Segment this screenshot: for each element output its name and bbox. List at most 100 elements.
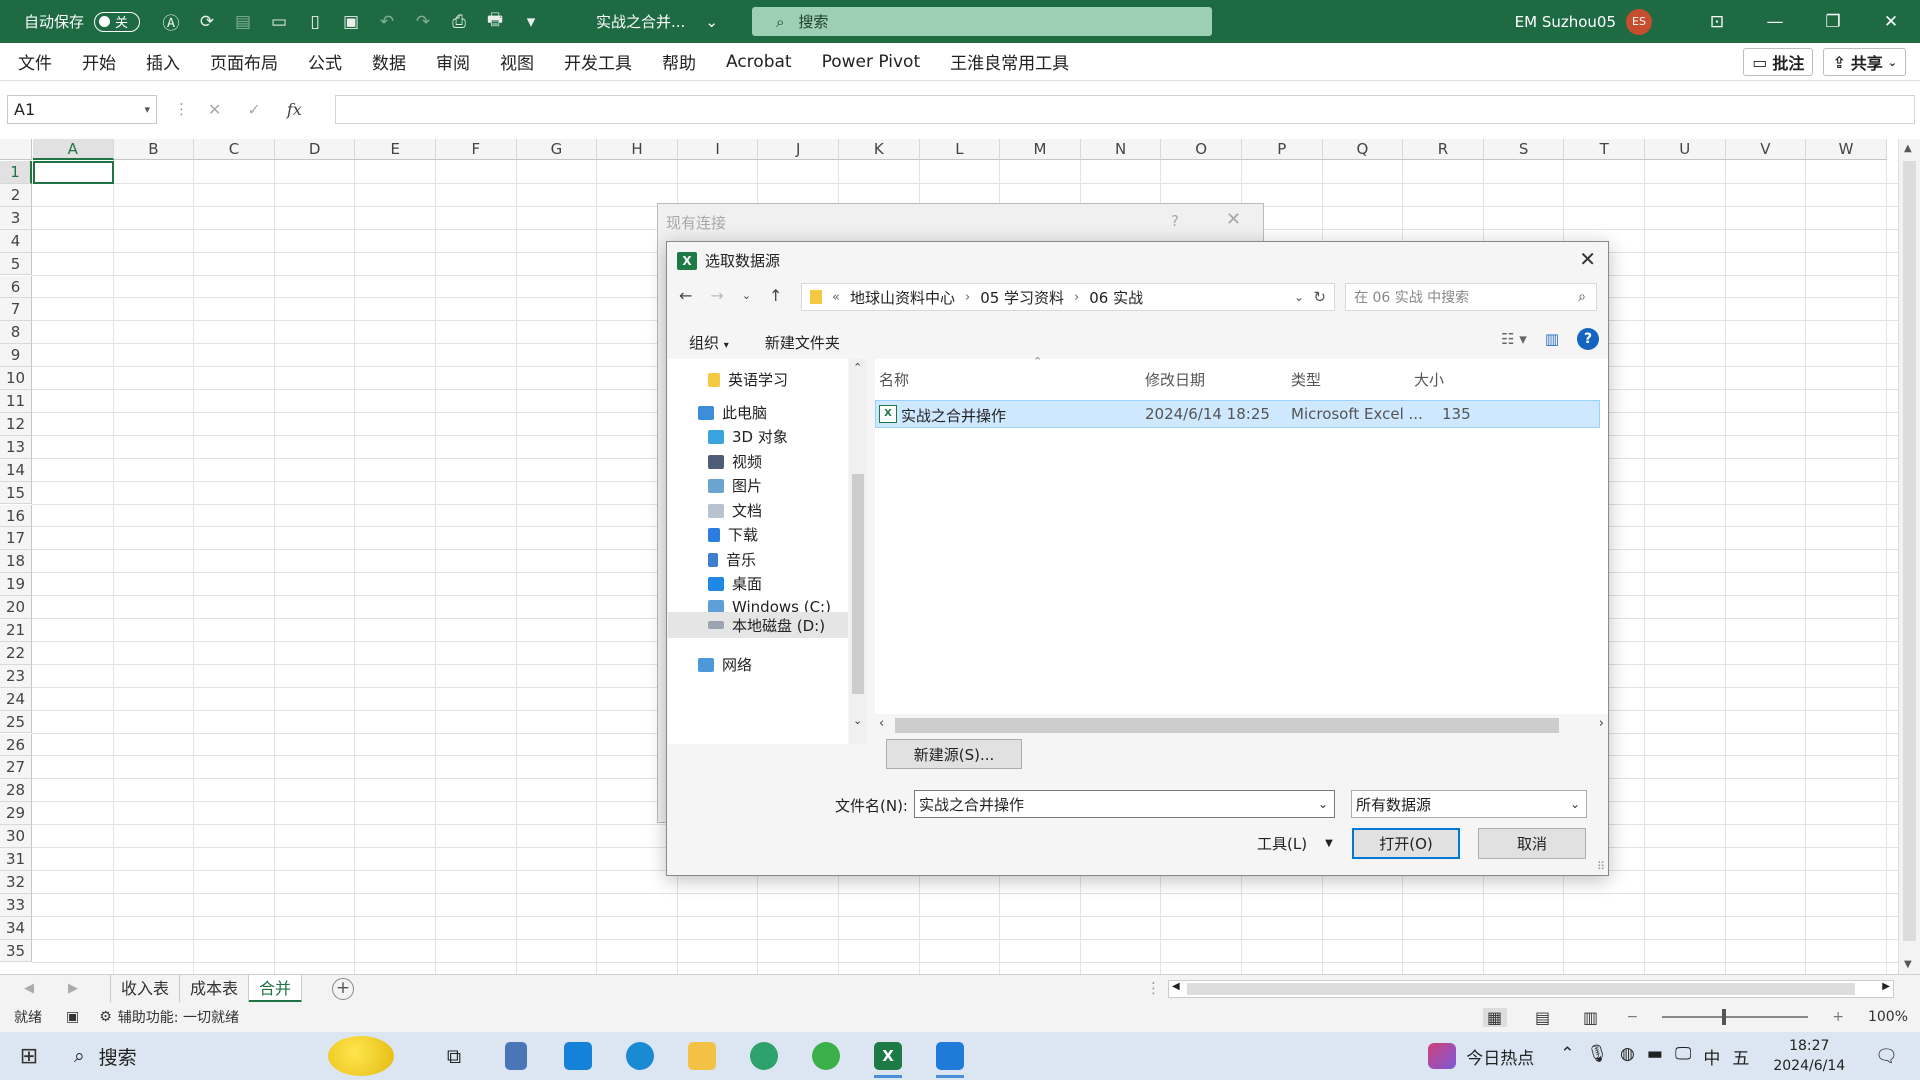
wechat-icon[interactable] bbox=[804, 1034, 848, 1078]
tree-item-english[interactable]: 英语学习 bbox=[708, 369, 788, 390]
resize-grip-icon[interactable]: ⠿ bbox=[1597, 860, 1605, 873]
tab-home[interactable]: 开始 bbox=[67, 49, 131, 74]
save-icon[interactable]: ▣ bbox=[340, 12, 362, 32]
tab-help[interactable]: 帮助 bbox=[647, 49, 711, 74]
column-header[interactable]: Q bbox=[1322, 139, 1404, 160]
document-title[interactable]: 实战之合并... ⌄ bbox=[596, 11, 718, 32]
edge-icon[interactable] bbox=[742, 1034, 786, 1078]
taskbar-search[interactable]: ⌕ 搜索 bbox=[74, 1043, 324, 1070]
accessibility-status[interactable]: ⚙ 辅助功能: 一切就绪 bbox=[99, 1007, 239, 1027]
column-header[interactable]: O bbox=[1161, 139, 1242, 160]
scroll-down-icon[interactable]: ⌄ bbox=[853, 714, 862, 727]
row-header[interactable]: 3 bbox=[0, 206, 32, 230]
column-header-name[interactable]: 名称 bbox=[879, 369, 909, 390]
tree-item-3d[interactable]: 3D 对象 bbox=[708, 426, 788, 447]
print-preview-icon[interactable]: ⎙ bbox=[448, 12, 470, 32]
new-file-icon[interactable]: ▯ bbox=[304, 12, 326, 32]
open-button[interactable]: 打开(O) bbox=[1352, 828, 1460, 859]
scroll-right-icon[interactable]: ▶ bbox=[1882, 981, 1890, 992]
redo-icon[interactable]: ↷ bbox=[412, 12, 434, 32]
scroll-up-icon[interactable]: ⌃ bbox=[853, 361, 862, 374]
tab-insert[interactable]: 插入 bbox=[131, 49, 195, 74]
tree-item-downloads[interactable]: 下载 bbox=[708, 524, 758, 545]
row-header[interactable]: 22 bbox=[0, 641, 32, 665]
breadcrumb-item[interactable]: 05 学习资料 bbox=[980, 287, 1064, 308]
row-header[interactable]: 17 bbox=[0, 527, 32, 551]
row-header[interactable]: 28 bbox=[0, 779, 32, 803]
chevron-left-icon[interactable]: ‹ bbox=[879, 716, 884, 731]
sheet-tab-cost[interactable]: 成本表 bbox=[180, 974, 250, 1003]
add-sheet-icon[interactable]: + bbox=[332, 977, 355, 1000]
row-header[interactable]: 13 bbox=[0, 435, 32, 459]
minimize-icon[interactable]: — bbox=[1746, 12, 1804, 32]
ime-mode[interactable]: 五 bbox=[1732, 1044, 1749, 1069]
battery-icon[interactable]: ▬ bbox=[1647, 1044, 1663, 1069]
tab-data[interactable]: 数据 bbox=[357, 49, 421, 74]
close-icon[interactable]: ✕ bbox=[1579, 247, 1596, 271]
tab-custom-tools[interactable]: 王淮良常用工具 bbox=[935, 49, 1084, 74]
microphone-icon[interactable]: 🎙 bbox=[1586, 1044, 1608, 1069]
column-header[interactable]: J bbox=[758, 139, 839, 160]
file-type-select[interactable]: 所有数据源 ⌄ bbox=[1351, 790, 1587, 818]
avatar[interactable]: ES bbox=[1626, 8, 1652, 35]
search-input[interactable]: ⌕ 搜索 bbox=[752, 7, 1212, 36]
file-row[interactable]: X 实战之合并操作 2024/6/14 18:25 Microsoft Exce… bbox=[875, 400, 1600, 428]
excel-icon[interactable]: X bbox=[866, 1034, 910, 1078]
tab-split-handle[interactable]: ⋮ bbox=[1146, 979, 1161, 997]
horizontal-scrollbar[interactable]: ◀ ▶ bbox=[1168, 980, 1894, 998]
calculator-icon[interactable] bbox=[494, 1034, 538, 1078]
tab-formulas[interactable]: 公式 bbox=[293, 49, 357, 74]
tab-review[interactable]: 审阅 bbox=[421, 49, 485, 74]
macro-record-icon[interactable]: ▣ bbox=[66, 1009, 79, 1025]
select-all-corner[interactable] bbox=[0, 139, 32, 160]
recent-locations-icon[interactable]: ⌄ bbox=[742, 289, 751, 302]
print-icon[interactable]: 🖶 bbox=[484, 7, 506, 36]
column-header[interactable]: V bbox=[1725, 139, 1807, 160]
forward-icon[interactable]: → bbox=[710, 286, 723, 305]
tab-power-pivot[interactable]: Power Pivot bbox=[807, 52, 936, 72]
folder-search-input[interactable]: 在 06 实战 中搜索 ⌕ bbox=[1345, 283, 1597, 311]
row-header[interactable]: 25 bbox=[0, 710, 32, 734]
tab-acrobat[interactable]: Acrobat bbox=[711, 52, 807, 72]
column-header[interactable]: P bbox=[1242, 139, 1323, 160]
normal-view-icon[interactable]: ▦ bbox=[1482, 1007, 1507, 1027]
column-header-type[interactable]: 类型 bbox=[1291, 369, 1321, 390]
column-header[interactable]: S bbox=[1483, 139, 1565, 160]
chevron-down-icon[interactable]: ⌄ bbox=[1294, 290, 1304, 304]
vertical-scrollbar[interactable]: ▲ ▼ bbox=[1898, 139, 1920, 974]
bing-icon[interactable] bbox=[556, 1034, 600, 1078]
new-folder-button[interactable]: 新建文件夹 bbox=[765, 332, 840, 353]
refresh-icon[interactable]: ⟳ bbox=[196, 12, 218, 32]
filename-field[interactable]: 实战之合并操作 ⌄ bbox=[914, 790, 1335, 818]
tree-item-video[interactable]: 视频 bbox=[708, 451, 762, 472]
column-header[interactable]: I bbox=[677, 139, 759, 160]
row-header[interactable]: 24 bbox=[0, 687, 32, 711]
row-header[interactable]: 34 bbox=[0, 916, 32, 940]
tools-button[interactable]: 工具(L) ▼ bbox=[1257, 833, 1333, 854]
file-list-scrollbar[interactable]: ‹ › bbox=[875, 714, 1608, 736]
address-bar[interactable]: « 地球山资料中心 › 05 学习资料 › 06 实战 ⌄ ↻ bbox=[801, 283, 1335, 311]
scroll-thumb[interactable] bbox=[852, 474, 864, 694]
column-header[interactable]: M bbox=[1000, 139, 1081, 160]
text-format-icon[interactable]: Ⓐ bbox=[160, 9, 182, 34]
row-header[interactable]: 20 bbox=[0, 596, 32, 619]
form-icon[interactable]: ▤ bbox=[232, 12, 254, 32]
row-header[interactable]: 6 bbox=[0, 275, 32, 299]
task-view-icon[interactable]: ⧉ bbox=[432, 1034, 476, 1078]
row-header[interactable]: 8 bbox=[0, 321, 32, 345]
edge-beta-icon[interactable] bbox=[618, 1034, 662, 1078]
row-header[interactable]: 21 bbox=[0, 619, 32, 642]
back-icon[interactable]: ← bbox=[679, 286, 692, 305]
prev-sheet-icon[interactable]: ◀ bbox=[24, 981, 34, 996]
insert-function-icon[interactable]: fx bbox=[287, 100, 302, 119]
share-button[interactable]: ⇪ 共享 ⌄ bbox=[1823, 48, 1906, 76]
zoom-level[interactable]: 100% bbox=[1868, 1009, 1908, 1025]
row-header[interactable]: 15 bbox=[0, 481, 32, 505]
column-header[interactable]: E bbox=[355, 139, 436, 160]
up-folder-icon[interactable]: ↑ bbox=[769, 286, 782, 305]
row-header[interactable]: 12 bbox=[0, 412, 32, 436]
network-icon[interactable]: 🖵 bbox=[1675, 1044, 1691, 1069]
next-sheet-icon[interactable]: ▶ bbox=[68, 981, 78, 996]
scroll-up-icon[interactable]: ▲ bbox=[1904, 143, 1912, 154]
lemon-widget-icon[interactable] bbox=[328, 1036, 394, 1076]
